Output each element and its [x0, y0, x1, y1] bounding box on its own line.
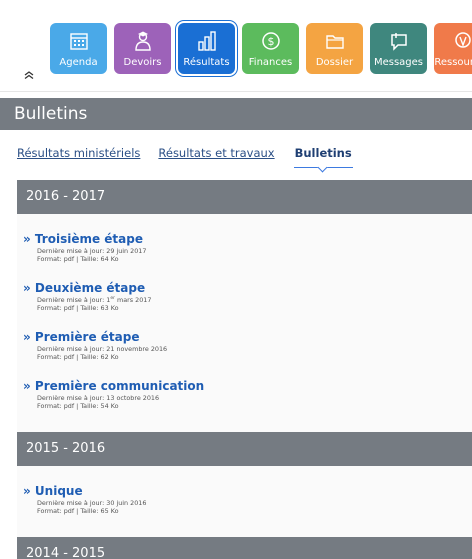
size-value: 62 Ko: [100, 353, 119, 362]
bar-chart-icon: [196, 30, 218, 58]
nav-tile-resultats[interactable]: Résultats: [178, 23, 235, 74]
bulletin-link[interactable]: » Unique: [23, 484, 83, 498]
nav-tile-ressources[interactable]: Ressources: [434, 23, 472, 74]
updated-date: 29 juin 2017: [106, 247, 147, 255]
calendar-icon: [68, 30, 90, 58]
list-item: » Première étape Dernière mise à jour: 21…: [23, 326, 472, 361]
updated-date: 21 novembre 2016: [106, 345, 168, 354]
tab-resultats-et-travaux[interactable]: Résultats et travaux: [158, 146, 274, 160]
nav-tile-label: Agenda: [59, 57, 98, 68]
nav-tile-label: Ressources: [434, 57, 472, 68]
nav-tile-label: Devoirs: [123, 57, 162, 68]
format-line: Format: pdf | Taille: 54 Ko: [37, 402, 119, 411]
nav-tile-agenda[interactable]: Agenda: [50, 23, 107, 74]
list-item: » Première communication Dernière mise à …: [23, 375, 472, 410]
nav-tile-dossier[interactable]: Dossier: [306, 23, 363, 74]
tab-label: Résultats et travaux: [158, 146, 275, 160]
updated-line: Dernière mise à jour: 21 novembre 2016: [23, 345, 472, 353]
format-value: pdf: [63, 304, 75, 313]
format-label: Format:: [37, 255, 62, 263]
size-label: Taille:: [80, 402, 99, 411]
format-line: Format: pdf | Taille: 65 Ko: [37, 507, 119, 516]
format-label: Format:: [37, 402, 62, 411]
nav-tile-label: Messages: [373, 57, 424, 68]
format-value: pdf: [63, 402, 75, 411]
tab-bulletins[interactable]: Bulletins: [293, 146, 353, 173]
bulletin-link[interactable]: » Première étape: [23, 330, 139, 344]
nav-tile-label: Résultats: [183, 57, 230, 68]
svg-text:$: $: [267, 35, 274, 48]
updated-label: Dernière mise à jour:: [37, 345, 105, 354]
year-header: 2014 - 2015: [17, 537, 472, 559]
tab-resultats-ministeriels[interactable]: Résultats ministériels: [17, 146, 140, 160]
updated-line: Dernière mise à jour: 13 octobre 2016: [23, 394, 472, 402]
size-value: 65 Ko: [100, 507, 119, 516]
folder-icon: [324, 30, 346, 58]
bulletin-link[interactable]: » Deuxième étape: [23, 281, 145, 295]
size-label: Taille:: [80, 304, 99, 313]
updated-line: Dernière mise à jour: 29 juin 2017: [23, 247, 472, 255]
size-label: Taille:: [80, 353, 99, 362]
format-label: Format:: [37, 353, 62, 362]
module-nav: Agenda Devoirs Résultats $ Finances Dossier Me…: [50, 23, 472, 74]
format-line: Format: pdf | Taille: 64 Ko: [37, 255, 119, 263]
size-label: Taille:: [80, 507, 99, 516]
format-line: Format: pdf | Taille: 62 Ko: [37, 353, 119, 362]
updated-date: 1er mars 2017: [106, 296, 152, 305]
bulletin-link[interactable]: » Troisième étape: [23, 232, 143, 246]
bulletins-list: 2016 - 2017» Troisième étape Dernière mis…: [17, 180, 472, 559]
updated-date: 30 juin 2016: [106, 499, 147, 508]
year-header: 2016 - 2017: [17, 180, 472, 214]
format-value: pdf: [63, 353, 75, 362]
size-label: Taille:: [80, 255, 99, 263]
nav-tile-messages[interactable]: Messages: [370, 23, 427, 74]
nav-tile-devoirs[interactable]: Devoirs: [114, 23, 171, 74]
active-tab-indicator: [317, 162, 328, 173]
size-value: 54 Ko: [100, 402, 119, 411]
bulletin-link[interactable]: » Première communication: [23, 379, 204, 393]
top-navigation: Agenda Devoirs Résultats $ Finances Dossier Me…: [0, 0, 472, 92]
updated-line: Dernière mise à jour: 1er mars 2017: [23, 296, 472, 304]
format-value: pdf: [63, 255, 75, 263]
updated-label: Dernière mise à jour:: [37, 296, 105, 305]
format-label: Format:: [37, 507, 62, 516]
message-icon: [388, 30, 410, 58]
updated-label: Dernière mise à jour:: [37, 247, 105, 255]
updated-date: 13 octobre 2016: [106, 394, 160, 403]
year-header: 2015 - 2016: [17, 432, 472, 467]
format-label: Format:: [37, 304, 62, 313]
format-value: pdf: [63, 507, 75, 516]
nav-tile-finances[interactable]: $ Finances: [242, 23, 299, 74]
updated-label: Dernière mise à jour:: [37, 394, 105, 403]
list-item: » Deuxième étape Dernière mise à jour: 1e…: [23, 277, 472, 312]
collapse-icon[interactable]: [22, 68, 36, 82]
list-item: » Unique Dernière mise à jour: 30 juin 20…: [23, 480, 472, 515]
size-value: 63 Ko: [100, 304, 119, 313]
updated-label: Dernière mise à jour:: [37, 499, 105, 508]
coin-icon: $: [260, 30, 282, 58]
list-item: » Troisième étape Dernière mise à jour: 2…: [23, 228, 472, 263]
size-value: 64 Ko: [100, 255, 119, 263]
nav-tile-label: Finances: [248, 57, 293, 68]
year-items: » Unique Dernière mise à jour: 30 juin 20…: [17, 466, 472, 538]
tab-bar: Résultats ministériels Résultats et trava…: [17, 146, 353, 173]
tab-label: Bulletins: [294, 146, 352, 160]
year-items: » Troisième étape Dernière mise à jour: 2…: [17, 214, 472, 433]
updated-line: Dernière mise à jour: 30 juin 2016: [23, 499, 472, 507]
tab-label: Résultats ministériels: [17, 146, 141, 160]
format-line: Format: pdf | Taille: 63 Ko: [37, 304, 119, 313]
page-title: Bulletins: [0, 98, 472, 130]
resources-icon: [452, 30, 472, 58]
student-icon: [132, 30, 154, 58]
nav-tile-label: Dossier: [315, 57, 354, 68]
